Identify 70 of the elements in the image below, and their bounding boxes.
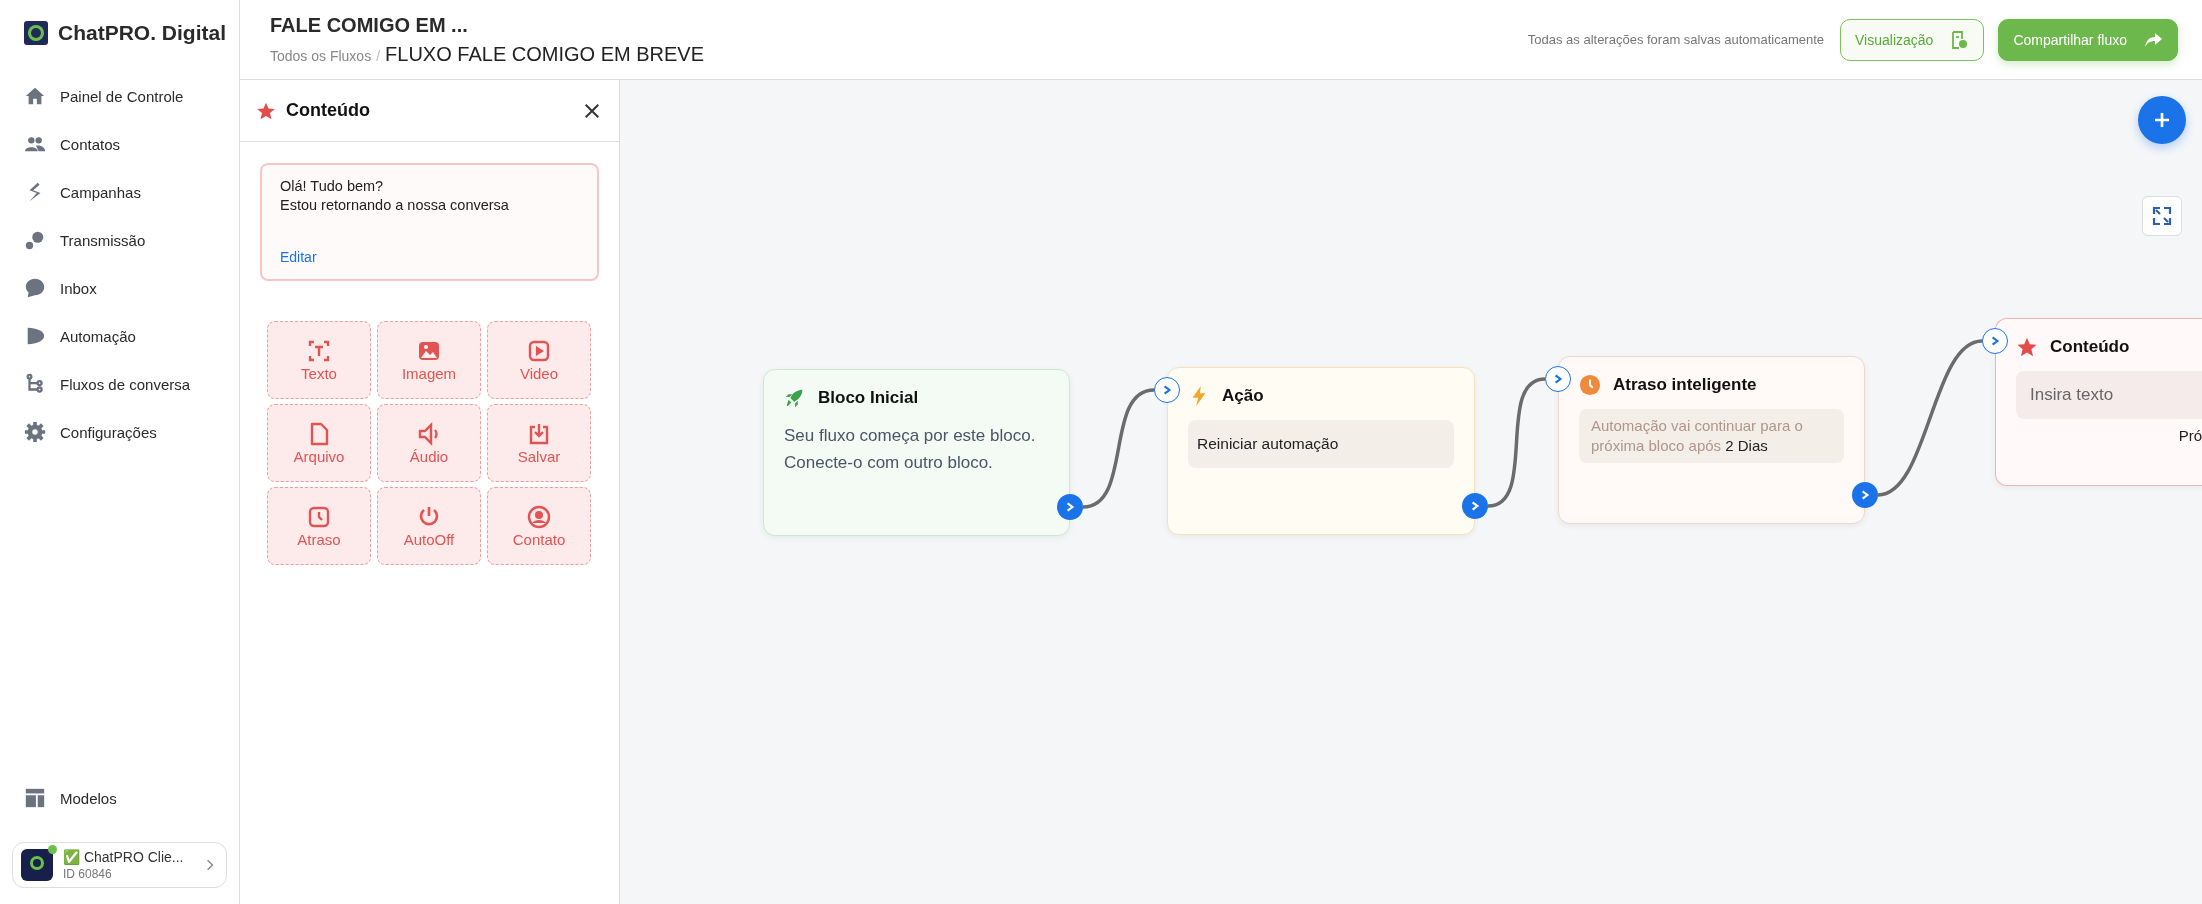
star-icon bbox=[2016, 336, 2038, 358]
account-id: ID 60846 bbox=[63, 867, 113, 881]
flow-title: FALE COMIGO EM ... bbox=[270, 13, 469, 37]
block-title: Conteúdo bbox=[2050, 337, 2130, 357]
add-button[interactable] bbox=[2138, 96, 2186, 144]
next-label: Pró bbox=[2178, 427, 2202, 444]
delay-description: Automação vai continuar para o próxima bloco após 2 Dias bbox=[1579, 409, 1844, 463]
speaker-icon bbox=[417, 421, 441, 446]
chevron-right-icon bbox=[1989, 335, 2001, 347]
play-icon bbox=[527, 338, 551, 363]
fit-screen-button[interactable] bbox=[2142, 196, 2182, 236]
output-handle[interactable] bbox=[1462, 493, 1488, 519]
message-text: Olá! Tudo bem? bbox=[280, 177, 384, 196]
flow-block[interactable]: Atraso inteligente Automação vai continuar para o próxima bloco após 2 Dias bbox=[1558, 356, 1865, 524]
flow-name: FLUXO FALE COMIGO EM BREVE bbox=[385, 42, 705, 66]
account-card[interactable]: ✅ ChatPRO Clie... ID 60846 bbox=[12, 842, 227, 888]
home-icon bbox=[24, 85, 46, 107]
block-description: Seu fluxo começa por este bloco. Conecte-o com outro bloco. bbox=[784, 425, 1037, 474]
block-title: Ação bbox=[1222, 386, 1264, 406]
chat-bubble-icon bbox=[24, 277, 46, 299]
gear-icon bbox=[24, 421, 46, 443]
breadcrumb-separator: / bbox=[376, 47, 381, 64]
chevron-right-icon bbox=[1161, 384, 1173, 396]
output-handle[interactable] bbox=[1057, 494, 1083, 520]
nav-item[interactable]: Inbox bbox=[12, 264, 97, 312]
nav-item[interactable]: Transmissão bbox=[12, 216, 146, 264]
save-status: Todas as alterações foram salvas automaticamente bbox=[1527, 32, 1825, 47]
nav-item[interactable]: Automação bbox=[12, 312, 136, 360]
input-handle[interactable] bbox=[1545, 366, 1571, 392]
panel-title: Conteúdo bbox=[286, 100, 371, 121]
clock-icon bbox=[307, 504, 331, 529]
chevron-right-icon bbox=[1552, 373, 1564, 385]
expand-icon bbox=[2152, 206, 2172, 226]
download-icon bbox=[527, 421, 551, 446]
nav-item[interactable]: Contatos bbox=[12, 120, 121, 168]
chevron-right-icon bbox=[1859, 489, 1871, 501]
input-handle[interactable] bbox=[1982, 328, 2008, 354]
logo-icon bbox=[24, 21, 48, 45]
flow-block[interactable]: Conteúdo Insira texto Pró bbox=[1995, 318, 2202, 486]
nav-item[interactable]: Configurações bbox=[12, 408, 157, 456]
dots-icon bbox=[24, 229, 46, 251]
chevron-right-icon bbox=[1469, 500, 1481, 512]
output-handle[interactable] bbox=[1852, 482, 1878, 508]
nav-item[interactable]: Modelos bbox=[12, 774, 117, 822]
flow-block[interactable]: Ação Reiniciar automação bbox=[1167, 367, 1475, 535]
chevron-right-icon bbox=[206, 858, 214, 872]
input-handle[interactable] bbox=[1154, 377, 1180, 403]
breadcrumb-link[interactable]: Todos os Fluxos bbox=[270, 47, 372, 64]
edit-link[interactable]: Editar bbox=[280, 249, 317, 265]
layout-icon bbox=[24, 787, 46, 809]
nav-item[interactable]: Fluxos de conversa bbox=[12, 360, 191, 408]
text-input[interactable]: Insira texto bbox=[2016, 371, 2202, 419]
message-text: Estou retornando a nossa conversa bbox=[280, 196, 509, 215]
block-title: Atraso inteligente bbox=[1613, 375, 1757, 395]
user-icon bbox=[527, 504, 551, 529]
account-name: ✅ ChatPRO Clie... bbox=[63, 849, 185, 865]
flow-block[interactable]: Bloco Inicial Seu fluxo começa por este bloco. Conecte-o com outro bloco. bbox=[763, 369, 1070, 536]
plus-icon bbox=[2152, 110, 2172, 130]
avatar-icon bbox=[21, 849, 53, 881]
block-title: Bloco Inicial bbox=[818, 388, 919, 408]
brand-name: ChatPRO. Digital bbox=[58, 21, 226, 45]
clock-icon bbox=[1579, 374, 1601, 396]
action-value: Reiniciar automação bbox=[1188, 420, 1454, 468]
nav-item[interactable]: Painel de Controle bbox=[12, 72, 184, 120]
nav-item[interactable]: Campanhas bbox=[12, 168, 141, 216]
close-icon bbox=[583, 101, 601, 120]
branch-icon bbox=[24, 373, 46, 395]
preview-icon bbox=[1949, 29, 1970, 50]
chevron-right-icon bbox=[1064, 501, 1076, 513]
text-icon bbox=[307, 338, 331, 363]
